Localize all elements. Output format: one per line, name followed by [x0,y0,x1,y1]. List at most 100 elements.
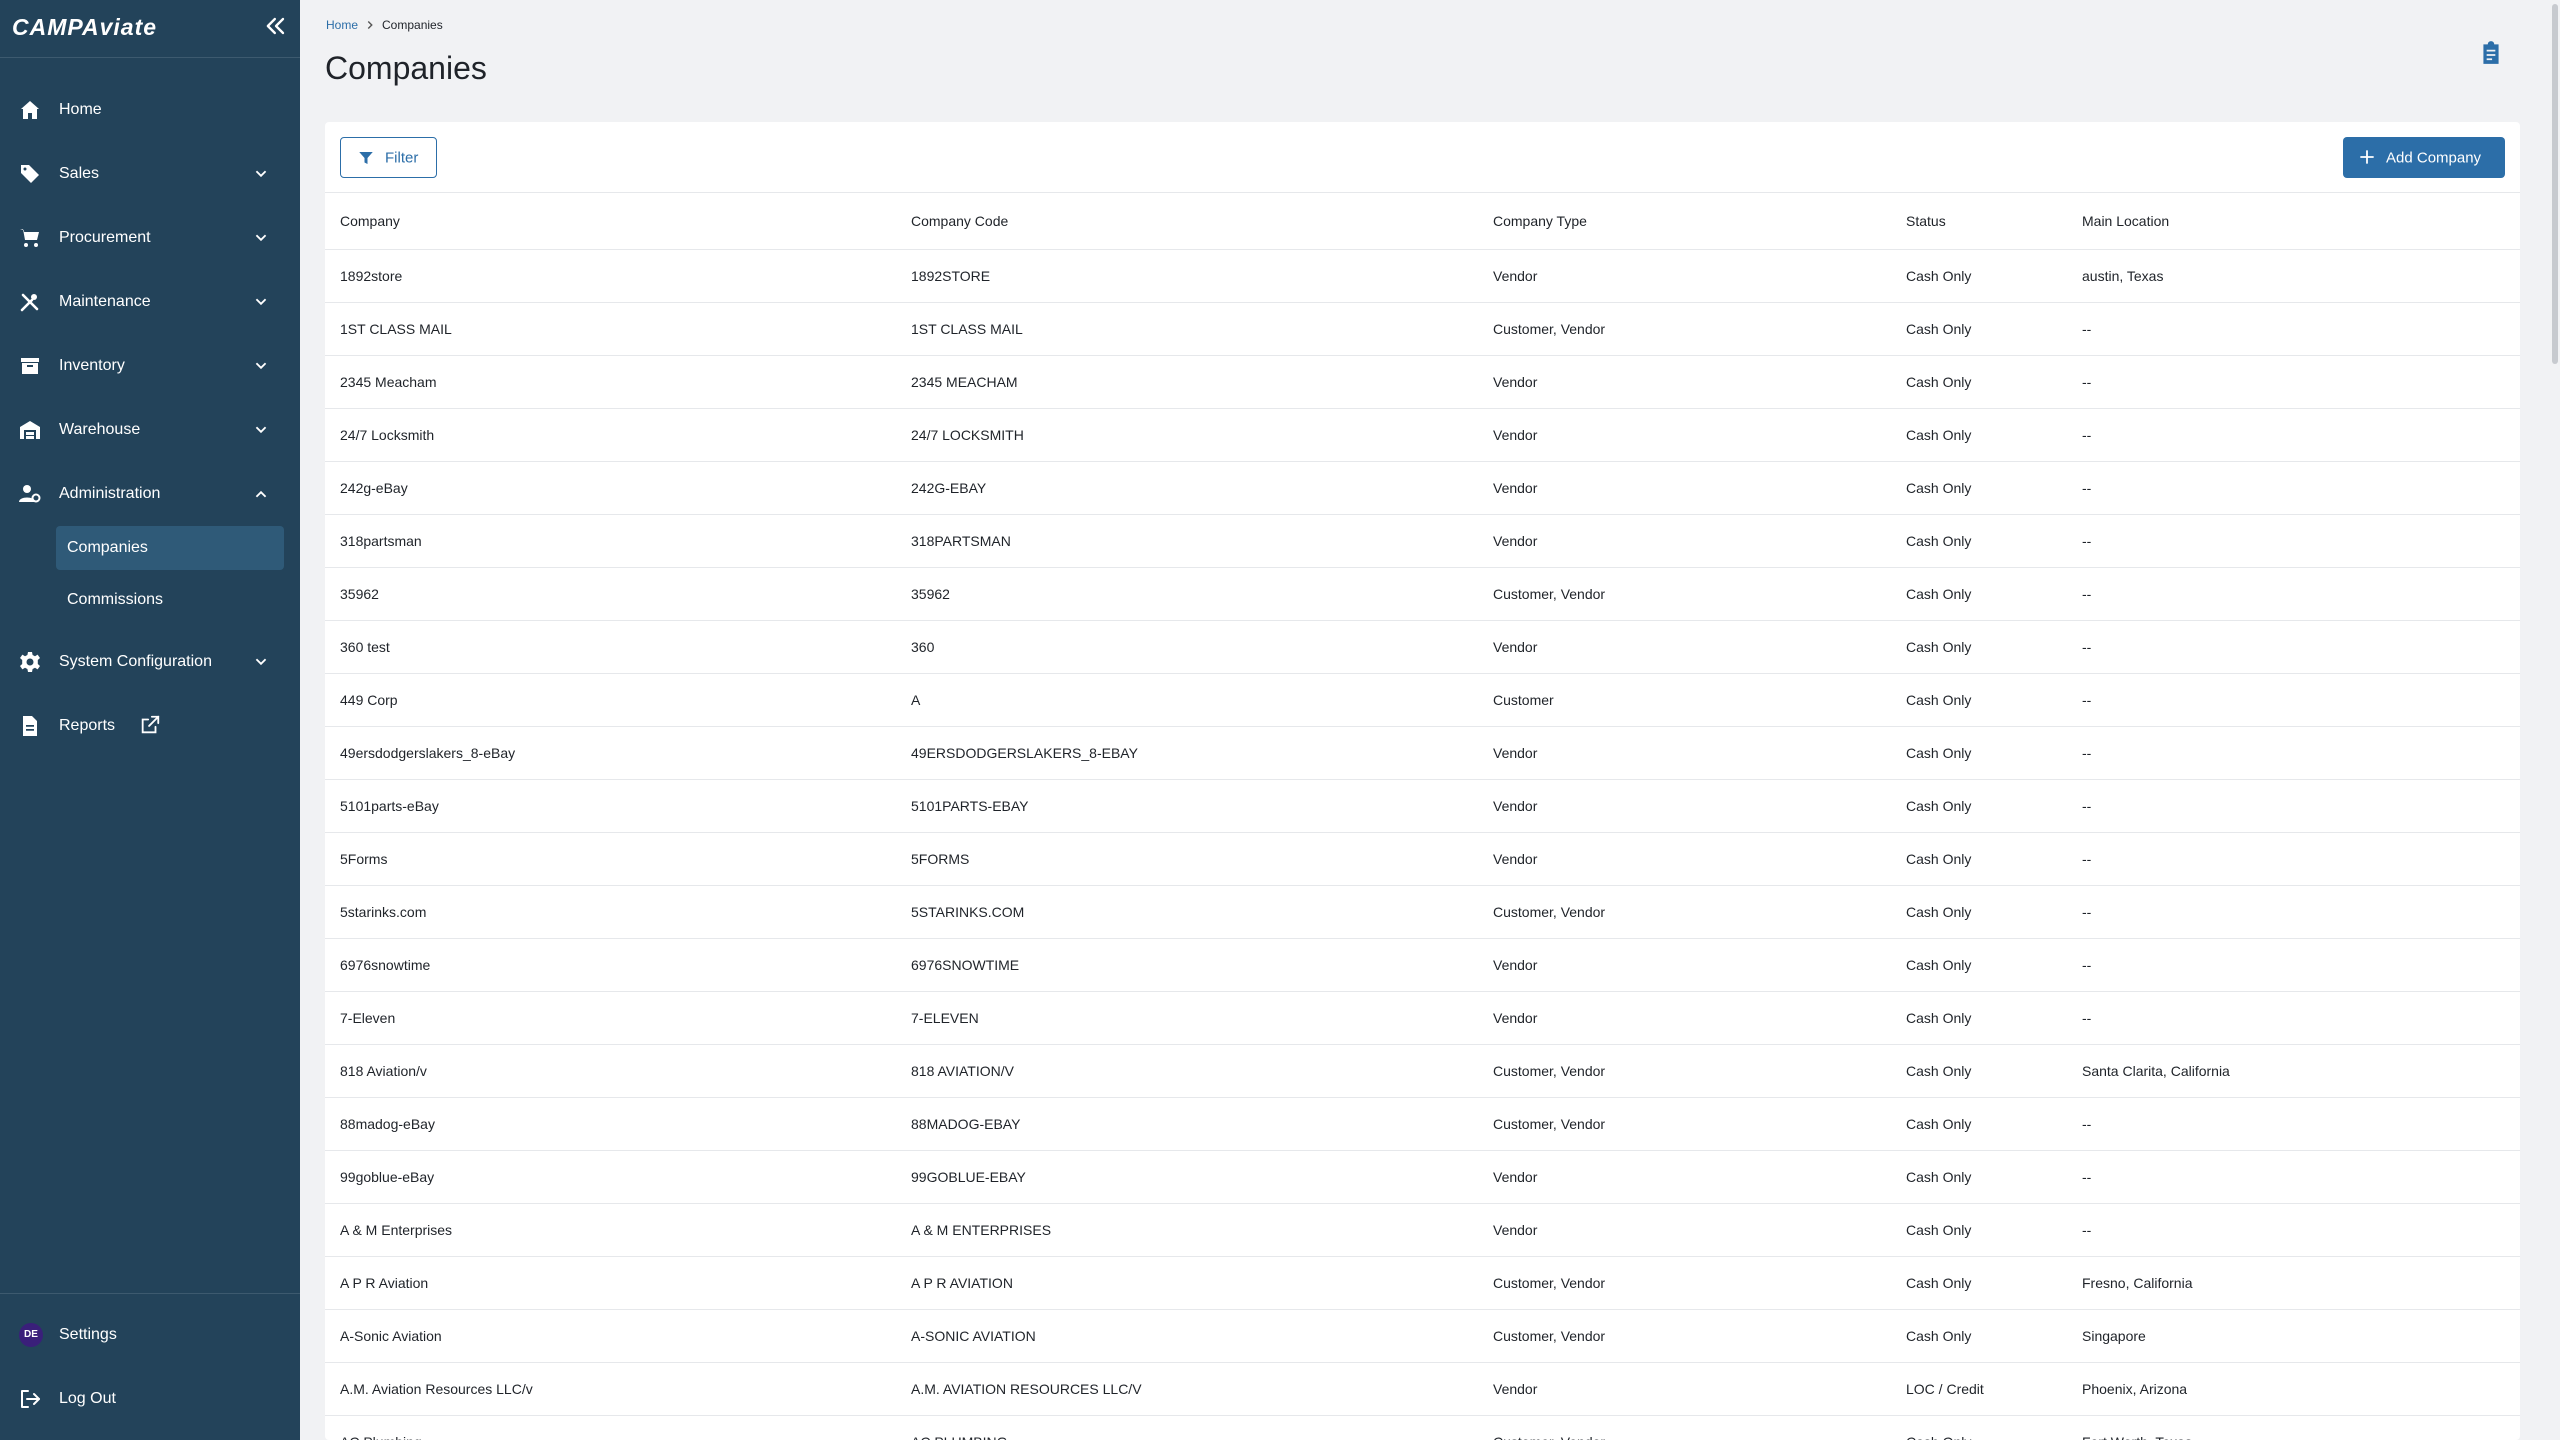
page-scrollbar[interactable] [2550,0,2560,1440]
table-row[interactable]: 99goblue-eBay 99GOBLUE-EBAY Vendor Cash Onl… [325,1151,2520,1204]
sidebar-item-inventory[interactable]: Inventory [0,338,300,394]
filter-icon [359,152,373,164]
table-row[interactable]: 6976snowtime 6976SNOWTIME Vendor Cash Only -… [325,939,2520,992]
cell-company-code: 318PARTSMAN [911,533,1011,549]
sidebar-item-home[interactable]: Home [0,82,300,138]
cell-company-type: Customer, Vendor [1493,1434,1605,1440]
cell-status: Cash Only [1906,1328,1972,1344]
sidebar-subitem-commissions[interactable]: Commissions [56,578,284,622]
sidebar-subitem-label: Commissions [67,591,164,608]
sidebar-item-reports[interactable]: Reports [0,698,300,754]
cell-company: 2345 Meacham [340,374,437,390]
cell-company-code: 7-ELEVEN [911,1010,979,1026]
cell-company-code: 2345 MEACHAM [911,374,1018,390]
chevron-down-icon [255,362,267,370]
table-row[interactable]: 5101parts-eBay 5101PARTS-EBAY Vendor Cash O… [325,780,2520,833]
cell-company-type: Vendor [1493,1381,1538,1397]
table-row[interactable]: 242g-eBay 242G-EBAY Vendor Cash Only -- [325,462,2520,515]
table-row[interactable]: 24/7 Locksmith 24/7 LOCKSMITH Vendor Cash O… [325,409,2520,462]
table-row[interactable]: 88madog-eBay 88MADOG-EBAY Customer, Vendor… [325,1098,2520,1151]
app-logo[interactable]: CAMPAviate [12,14,157,41]
cell-main-location: -- [2082,533,2092,549]
cell-company-type: Customer, Vendor [1493,1275,1606,1291]
sidebar-item-maintenance[interactable]: Maintenance [0,274,300,330]
table-row[interactable]: 818 Aviation/v 818 AVIATION/V Customer, Ve… [325,1045,2520,1098]
sidebar-item-settings[interactable]: DE Settings [0,1307,300,1363]
document-icon [23,716,37,736]
table-row[interactable]: 5Forms 5FORMS Vendor Cash Only -- [325,833,2520,886]
sidebar-item-label: Procurement [59,229,151,246]
table-row[interactable]: 49ersdodgerslakers_8-eBay 49ERSDODGERSLAK… [325,727,2520,780]
cell-company-code: 242G-EBAY [911,480,987,496]
cell-company-type: Vendor [1493,374,1538,390]
sidebar-item-label: Settings [59,1326,117,1343]
cell-company-code: 99GOBLUE-EBAY [911,1169,1026,1185]
logout-icon [21,1390,40,1408]
column-header-main-location[interactable]: Main Location [2082,213,2169,229]
cell-main-location: -- [2082,1169,2092,1185]
cell-company-code: 88MADOG-EBAY [911,1116,1021,1132]
chevron-down-icon [255,170,267,178]
clipboard-icon[interactable] [2478,40,2504,66]
sidebar-item-administration[interactable]: Administration [0,466,300,522]
cell-status: Cash Only [1906,1169,1972,1185]
sidebar-item-logout[interactable]: Log Out [0,1371,300,1427]
table-row[interactable]: 2345 Meacham 2345 MEACHAM Vendor Cash Only -… [325,356,2520,409]
table-row[interactable]: AC Plumbing AC PLUMBING Customer, Vendor Ca… [325,1416,2520,1440]
cell-company-type: Customer, Vendor [1493,1116,1606,1132]
sidebar-item-warehouse[interactable]: Warehouse [0,402,300,458]
table-row[interactable]: 1892store 1892STORE Vendor Cash Only austin,… [325,250,2520,303]
cell-status: Cash Only [1906,1222,1972,1238]
table-row[interactable]: A P R Aviation A P R AVIATION Customer, Ve… [325,1257,2520,1310]
scrollbar-thumb[interactable] [2552,4,2558,364]
table-row[interactable]: 318partsman 318PARTSMAN Vendor Cash Only -- [325,515,2520,568]
chevron-down-icon [255,658,267,666]
table-row[interactable]: 360 test 360 Vendor Cash Only -- [325,621,2520,674]
sidebar-subitem-companies[interactable]: Companies [56,526,284,570]
column-header-company-type[interactable]: Company Type [1493,213,1587,229]
cell-company: 99goblue-eBay [340,1169,435,1185]
table-row[interactable]: A-Sonic Aviation A-SONIC AVIATION Customer… [325,1310,2520,1363]
avatar: DE [19,1323,43,1347]
warehouse-icon [20,421,40,439]
sidebar-item-sales[interactable]: Sales [0,146,300,202]
cell-company: 318partsman [340,533,422,549]
table-row[interactable]: A.M. Aviation Resources LLC/v A.M. AVIATI… [325,1363,2520,1416]
cell-main-location: -- [2082,1222,2092,1238]
cell-main-location: austin, Texas [2082,268,2164,284]
cell-status: Cash Only [1906,904,1972,920]
table-row[interactable]: 5starinks.com 5STARINKS.COM Customer, Vend… [325,886,2520,939]
cell-status: LOC / Credit [1906,1381,1984,1397]
table-row[interactable]: 1ST CLASS MAIL 1ST CLASS MAIL Customer, Ve… [325,303,2520,356]
table-body: 1892store 1892STORE Vendor Cash Only austin,… [325,250,2520,1440]
collapse-sidebar-icon[interactable] [262,12,290,40]
cell-company-type: Vendor [1493,851,1538,867]
cell-status: Cash Only [1906,639,1972,655]
breadcrumb-home-link[interactable]: Home [326,18,358,32]
filter-button[interactable]: Filter [340,137,437,178]
add-company-button-label: Add Company [2386,149,2482,166]
filter-button-label: Filter [385,149,419,166]
column-header-company[interactable]: Company [340,213,400,229]
cell-company-code: 1ST CLASS MAIL [911,321,1023,337]
column-header-status[interactable]: Status [1906,213,1946,229]
sidebar-item-procurement[interactable]: Procurement [0,210,300,266]
cell-company: 49ersdodgerslakers_8-eBay [340,745,516,761]
cell-main-location: Phoenix, Arizona [2082,1381,2188,1397]
table-row[interactable]: 449 Corp A Customer Cash Only -- [325,674,2520,727]
cell-company-type: Vendor [1493,639,1538,655]
table-row[interactable]: A & M Enterprises A & M ENTERPRISES Vendor… [325,1204,2520,1257]
add-company-button[interactable]: Add Company [2343,137,2505,178]
sidebar-item-label: Reports [59,717,116,734]
table-row[interactable]: 35962 35962 Customer, Vendor Cash Only -- [325,568,2520,621]
cell-company-type: Vendor [1493,533,1538,549]
sidebar-item-system-configuration[interactable]: System Configuration [0,634,300,690]
cell-company: 1ST CLASS MAIL [340,321,452,337]
cell-status: Cash Only [1906,1063,1972,1079]
cell-company-code: 360 [911,639,935,655]
cell-company-code: 1892STORE [911,268,991,284]
column-header-company-code[interactable]: Company Code [911,213,1008,229]
table-header: Company Company Code Company Type Status… [325,192,2520,250]
table-row[interactable]: 7-Eleven 7-ELEVEN Vendor Cash Only -- [325,992,2520,1045]
cell-company: 6976snowtime [340,957,431,973]
